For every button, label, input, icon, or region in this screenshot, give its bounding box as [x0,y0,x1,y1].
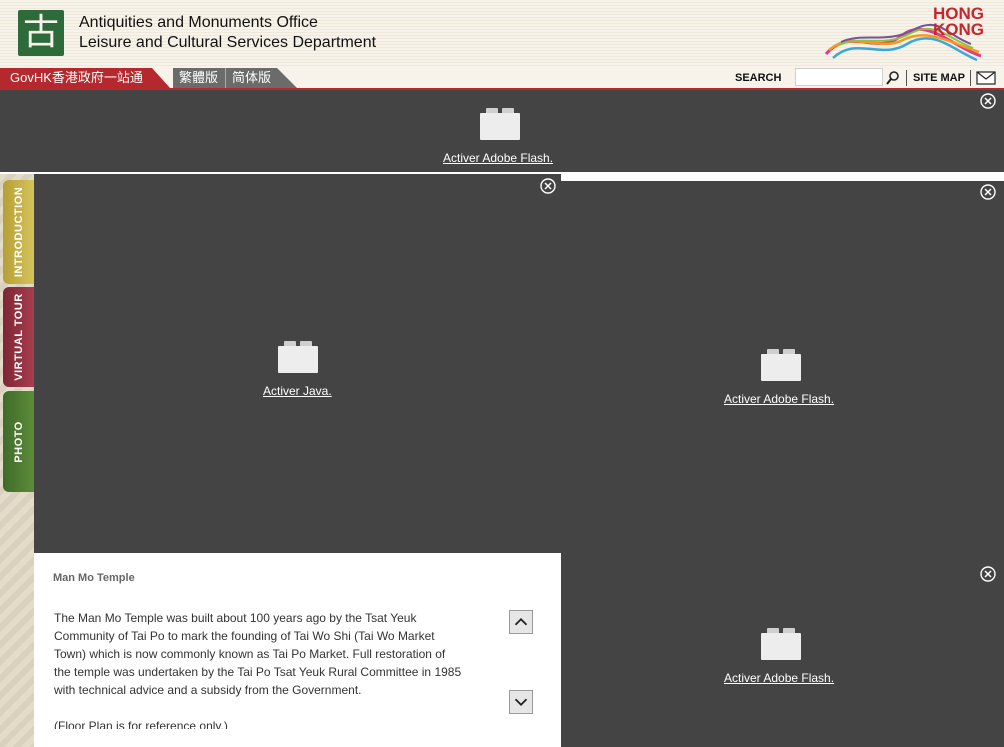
govhk-link[interactable]: GovHK香港政府一站通 [0,68,170,88]
arrow-down-icon [514,698,528,707]
info-panel: Man Mo Temple The Man Mo Temple was buil… [34,553,561,747]
top-nav-bar: GovHK香港政府一站通 繁體版 简体版 SEARCH SITE MAP [0,68,1004,90]
tab-photo-label: PHOTO [12,420,25,463]
scroll-down-button[interactable] [509,690,533,714]
nav-separator [906,70,907,86]
info-title: Man Mo Temple [53,572,135,584]
amo-logo-glyph: 古 [22,12,59,53]
plugin-block-icon [761,349,801,381]
info-paragraph: The Man Mo Temple was built about 100 ye… [54,611,462,697]
scroll-up-button[interactable] [509,610,533,634]
flash-plugin-side-panel: Activer Adobe Flash. Activer Adobe Flash… [561,181,1004,747]
arrow-up-icon [514,617,528,626]
info-paragraph: (Floor Plan is for reference only.) [54,719,228,729]
nav-separator [970,70,971,86]
panel-gap [561,174,1004,181]
search-label: SEARCH [735,72,782,84]
brand-hong-kong-text: HONG KONG [933,5,984,39]
close-icon[interactable] [980,184,996,200]
brand-line-2: KONG [933,20,984,39]
plugin-block-icon [480,108,520,140]
org-name-amo[interactable]: Antiquities and Monuments Office [79,14,318,32]
search-icon[interactable] [885,70,901,86]
tab-virtual-tour[interactable]: VIRTUAL TOUR [3,287,34,387]
flash-plugin-banner: Activer Adobe Flash. [0,90,1004,172]
tab-virtual-tour-label: VIRTUAL TOUR [12,293,25,381]
lang-traditional-link[interactable]: 繁體版 [173,68,225,88]
lang-simplified-link[interactable]: 简体版 [225,68,297,88]
close-icon[interactable] [980,566,996,582]
enable-flash-link[interactable]: Activer Adobe Flash. [724,392,834,406]
enable-java-link[interactable]: Activer Java. [263,384,332,398]
tab-introduction-label: INTRODUCTION [12,186,25,278]
plugin-block-icon [278,341,318,373]
search-input[interactable] [795,68,883,86]
org-name-lcsd[interactable]: Leisure and Cultural Services Department [79,34,376,52]
plugin-block-icon [761,628,801,660]
tab-introduction[interactable]: INTRODUCTION [3,180,34,284]
java-plugin-panel: Activer Java. [34,174,561,553]
info-text[interactable]: The Man Mo Temple was built about 100 ye… [54,609,464,729]
enable-flash-link[interactable]: Activer Adobe Flash. [443,151,553,165]
close-icon[interactable] [540,178,556,194]
tab-photo[interactable]: PHOTO [3,391,34,492]
close-icon[interactable] [980,93,996,109]
site-map-link[interactable]: SITE MAP [913,72,965,84]
mail-icon[interactable] [976,71,996,85]
enable-flash-link[interactable]: Activer Adobe Flash. [724,671,834,685]
site-header: 古 Antiquities and Monuments Office Leisu… [0,0,1004,68]
